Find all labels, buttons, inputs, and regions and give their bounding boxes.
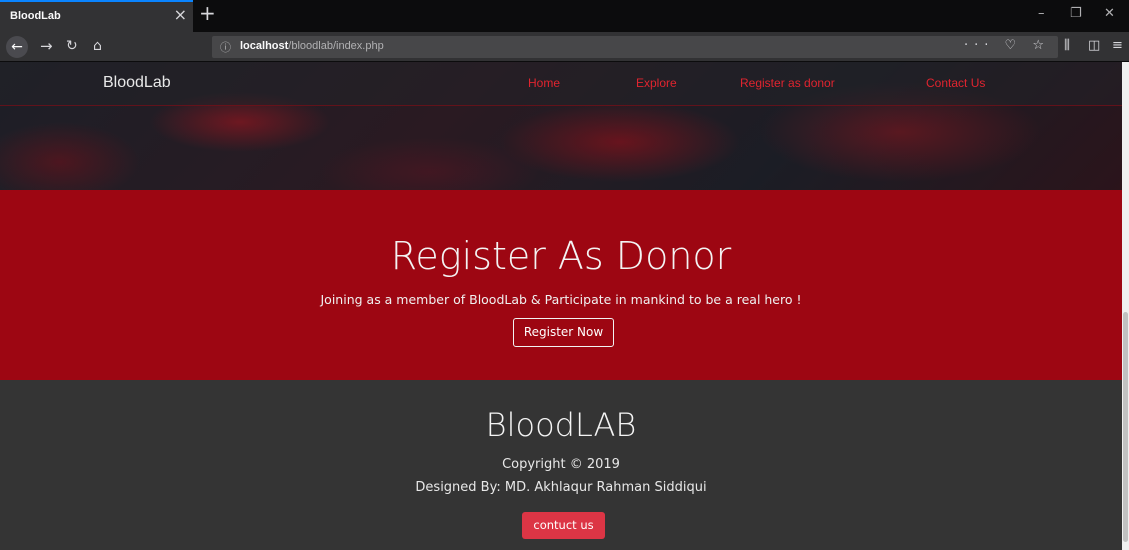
scrollbar-thumb[interactable] <box>1123 312 1128 542</box>
footer: BloodLAB Copyright © 2019 Designed By: M… <box>0 380 1122 550</box>
designer-credit: Designed By: MD. Akhlaqur Rahman Siddiqu… <box>415 480 707 495</box>
browser-tab-strip: BloodLab × + – ❐ ✕ <box>0 0 1129 32</box>
new-tab-icon[interactable]: + <box>199 3 216 23</box>
page-actions-icon[interactable]: ··· ♡ ☆ <box>964 38 1050 53</box>
forward-icon[interactable]: → <box>40 37 53 55</box>
nav-register-donor[interactable]: Register as donor <box>740 76 835 90</box>
page-content: BloodLab Home Explore Register as donor … <box>0 62 1122 550</box>
home-icon[interactable]: ⌂ <box>93 37 102 55</box>
page-scrollbar[interactable] <box>1122 62 1129 550</box>
copyright-text: Copyright © 2019 <box>502 457 620 472</box>
library-icon[interactable]: ⫼ <box>1064 38 1070 53</box>
menu-icon[interactable]: ≡ <box>1112 38 1123 53</box>
url-bar[interactable]: ⓘ localhost/bloodlab/index.php ··· ♡ ☆ <box>212 36 1058 58</box>
site-navbar: BloodLab Home Explore Register as donor … <box>0 62 1122 106</box>
contact-us-button[interactable]: contuct us <box>522 512 605 539</box>
back-icon[interactable]: ← <box>6 36 28 58</box>
close-window-icon[interactable]: ✕ <box>1104 6 1115 21</box>
url-host: localhost <box>240 40 289 52</box>
nav-home[interactable]: Home <box>528 76 560 90</box>
info-icon[interactable]: ⓘ <box>220 39 231 55</box>
browser-toolbar: ← → ↻ ⌂ ⓘ localhost/bloodlab/index.php ·… <box>0 32 1129 62</box>
minimize-icon[interactable]: – <box>1038 6 1045 21</box>
nav-contact-us[interactable]: Contact Us <box>926 76 985 90</box>
register-now-button[interactable]: Register Now <box>513 318 614 347</box>
url-path: /bloodlab/index.php <box>288 40 384 52</box>
nav-explore[interactable]: Explore <box>636 76 677 90</box>
restore-icon[interactable]: ❐ <box>1070 6 1082 21</box>
hero-banner: BloodLab Home Explore Register as donor … <box>0 62 1122 190</box>
tab-title: BloodLab <box>10 10 61 22</box>
close-tab-icon[interactable]: × <box>174 7 187 23</box>
browser-tab[interactable]: BloodLab × <box>0 0 193 32</box>
donor-title: Register As Donor <box>390 234 732 278</box>
sidebar-icon[interactable]: ◫ <box>1088 38 1100 53</box>
reload-icon[interactable]: ↻ <box>66 37 78 55</box>
site-brand[interactable]: BloodLab <box>103 74 171 92</box>
donor-subtitle: Joining as a member of BloodLab & Partic… <box>320 292 802 307</box>
url-text[interactable]: localhost/bloodlab/index.php <box>240 40 384 52</box>
footer-brand: BloodLAB <box>485 406 637 444</box>
register-donor-section: Register As Donor Joining as a member of… <box>0 190 1122 380</box>
